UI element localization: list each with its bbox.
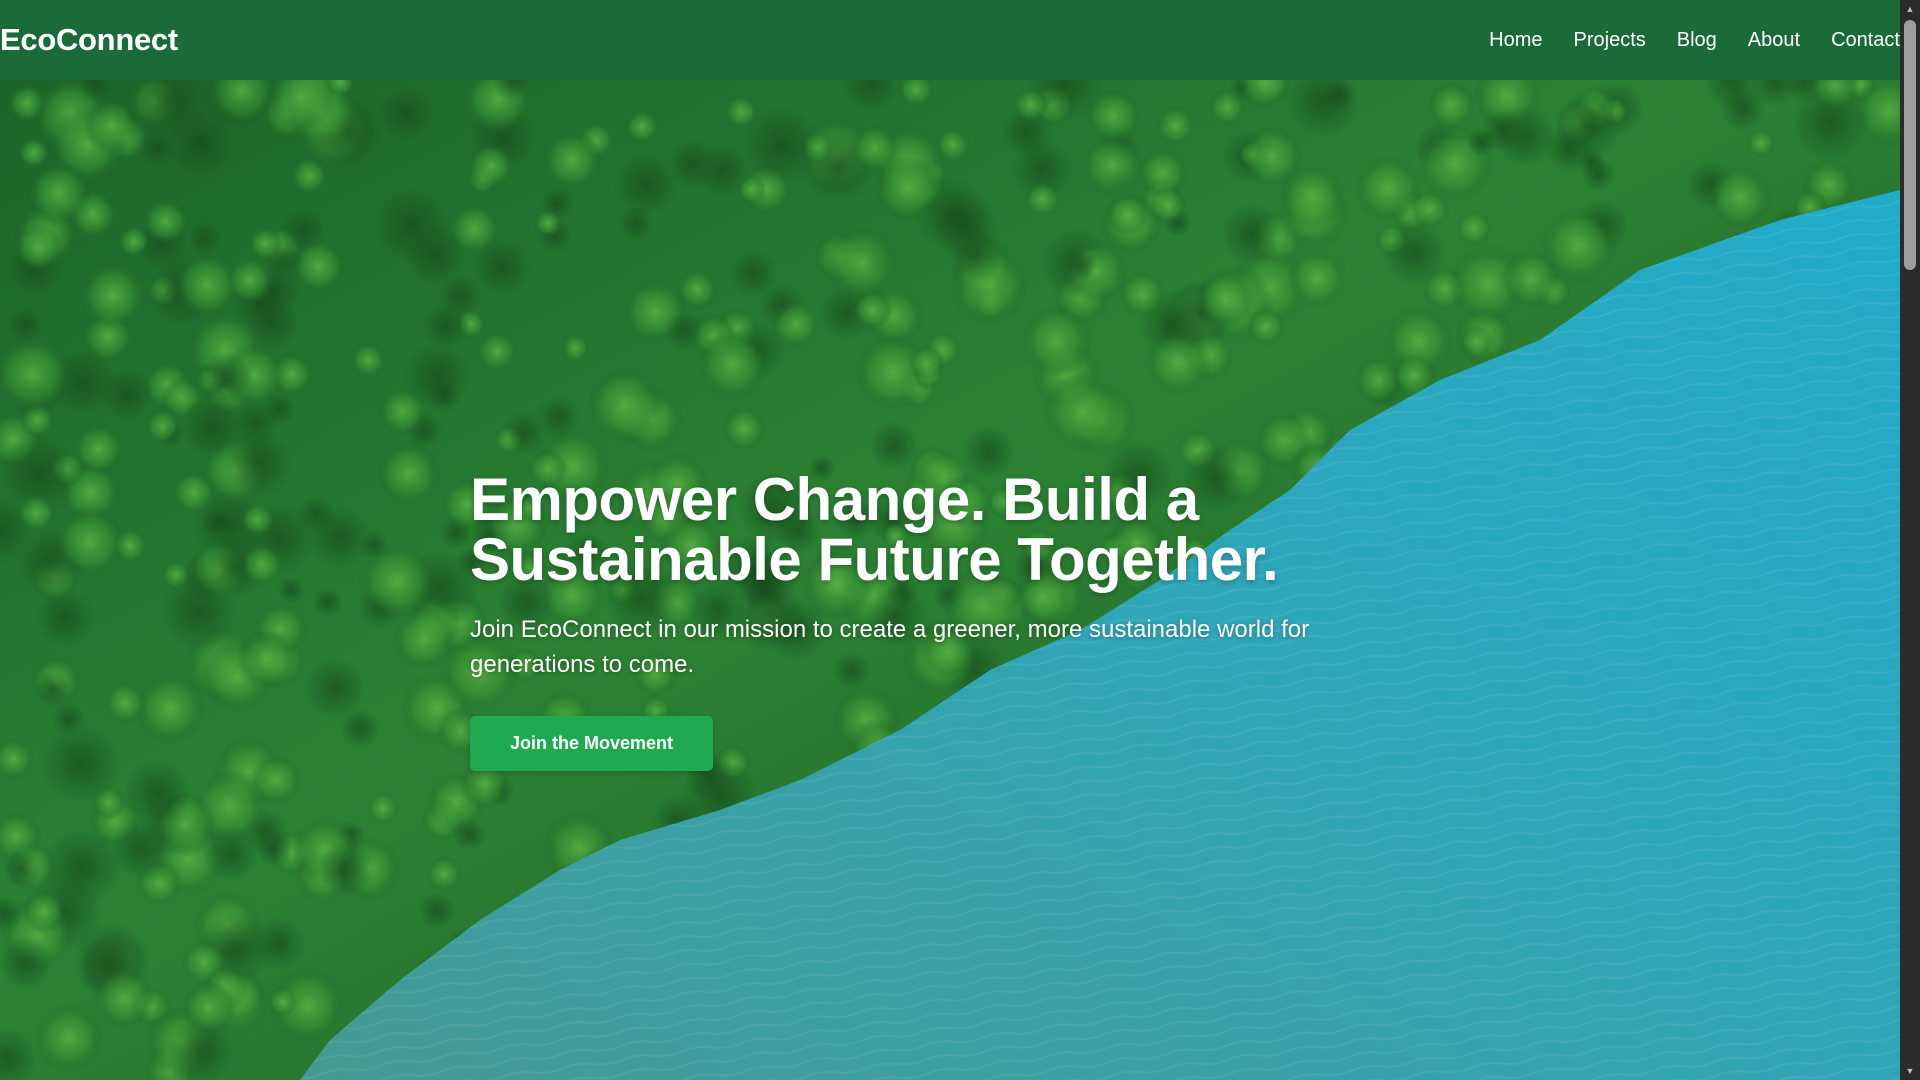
page: EcoConnect Home Projects Blog About Cont… (0, 0, 1920, 1080)
scroll-down-arrow-icon[interactable]: ▼ (1900, 1062, 1920, 1080)
main-nav: Home Projects Blog About Contact (1489, 29, 1900, 52)
nav-home-link[interactable]: Home (1489, 29, 1542, 52)
nav-blog-link[interactable]: Blog (1677, 29, 1717, 52)
site-logo[interactable]: EcoConnect (0, 22, 178, 58)
scroll-thumb[interactable] (1904, 20, 1916, 270)
hero-title: Empower Change. Build a Sustainable Futu… (470, 466, 1279, 593)
join-movement-button[interactable]: Join the Movement (470, 716, 714, 771)
scroll-up-arrow-icon[interactable]: ▲ (1900, 0, 1920, 18)
hero-content: Empower Change. Build a Sustainable Futu… (470, 470, 1450, 771)
site-header: EcoConnect Home Projects Blog About Cont… (0, 0, 1900, 80)
nav-projects-link[interactable]: Projects (1574, 29, 1646, 52)
nav-contact-link[interactable]: Contact (1831, 29, 1900, 52)
hero-subtitle: Join EcoConnect in our mission to create… (470, 616, 1310, 678)
nav-about-link[interactable]: About (1748, 29, 1800, 52)
vertical-scrollbar[interactable]: ▲ ▼ (1900, 0, 1920, 1080)
hero-section: Empower Change. Build a Sustainable Futu… (0, 80, 1900, 1080)
